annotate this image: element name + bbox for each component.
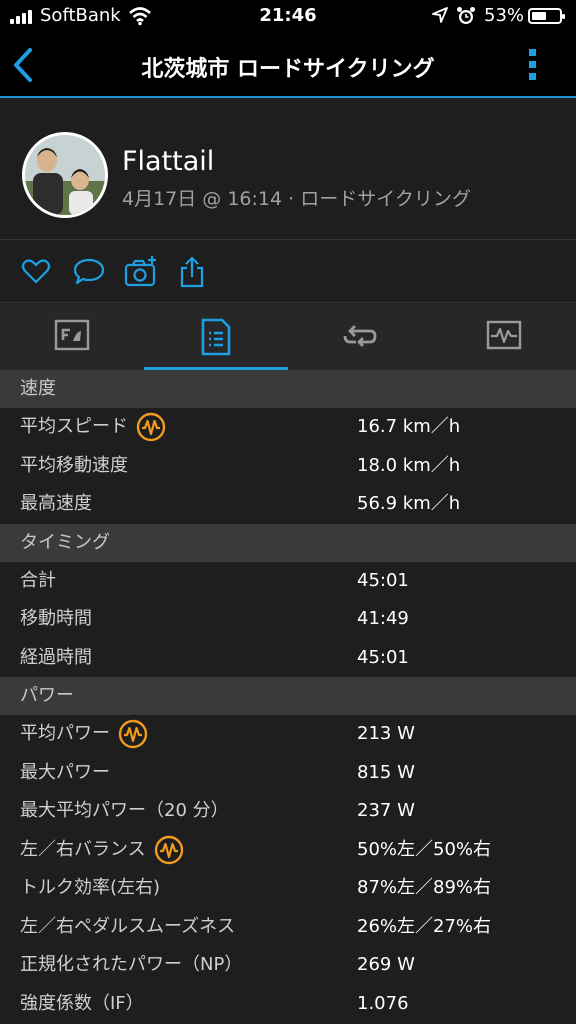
stat-value: 87%左／89%右 [357,877,492,898]
stat-label: 最高速度 [20,485,92,523]
stat-label-text: 正規化されたパワー（NP） [20,954,243,975]
action-bar [0,241,576,303]
avatar[interactable] [22,132,108,218]
comment-icon[interactable] [72,255,105,287]
stat-label: 平均パワー [20,715,148,753]
alarm-icon [456,6,476,30]
activity-meta: 4月17日 @ 16:14 · ロードサイクリング [122,188,471,210]
stat-label: 経過時間 [20,639,92,677]
section-header: パワー [0,677,576,715]
stat-label-text: 最高速度 [20,493,92,514]
battery-percent: 53% [484,5,525,26]
stat-row: 最高速度 56.9 km／h [0,485,576,524]
stat-label-text: 平均パワー [20,723,110,744]
stat-label-text: 合計 [20,569,56,591]
stat-value: 16.7 km／h [357,416,461,437]
stat-value: 56.9 km／h [357,493,461,514]
stat-row: 正規化されたパワー（NP） 269 W [0,946,576,985]
stat-label-text: 平均移動速度 [20,454,128,476]
stat-label: 左／右ペダルスムーズネス [20,908,235,946]
stats-list-icon [201,318,231,356]
laps-icon [343,325,377,347]
stats-list: 速度平均スピード 16.7 km／h 平均移動速度 18.0 km／h 最高速度 56.9… [0,370,576,1023]
stat-row: トルク効率(左右) 87%左／89%右 [0,869,576,908]
stat-row: 強度係数（IF） 1.076 [0,985,576,1024]
stat-label-text: 最大平均パワー（20 分） [20,800,229,821]
stat-row: 左／右バランス 50%左／50%右 [0,831,576,870]
stat-label: 左／右バランス [20,831,184,869]
section-header: 速度 [0,370,576,408]
stat-label-text: 左／右ペダルスムーズネス [20,915,236,937]
stat-label: 平均スピード [20,408,166,446]
stat-label: 平均移動速度 [20,447,128,485]
charts-icon [486,320,522,350]
add-photo-icon[interactable] [124,255,156,287]
stat-row: 最大平均パワー（20 分） 237 W [0,792,576,831]
stat-label: 最大平均パワー（20 分） [20,792,229,830]
firstbeat-insight-icon[interactable] [118,719,148,749]
stat-label-text: 経過時間 [20,646,92,668]
stat-label: トルク効率(左右) [20,869,160,907]
activity-header: Flattail 4月17日 @ 16:14 · ロードサイクリング [0,100,576,240]
stat-label-text: 移動時間 [20,608,92,629]
like-icon[interactable] [20,255,52,287]
chevron-left-icon[interactable] [8,46,42,84]
stat-row: 経過時間 45:01 [0,639,576,678]
stat-row: 左／右ペダルスムーズネス 26%左／27%右 [0,908,576,947]
stat-value: 815 W [357,761,415,783]
stat-value: 45:01 [357,646,409,668]
stat-label-text: 左／右バランス [20,838,146,860]
stat-label-text: トルク効率(左右) [20,877,161,898]
stat-row: 平均パワー 213 W [0,715,576,754]
battery-icon [528,8,565,24]
stat-row: 合計 45:01 [0,562,576,601]
stat-label: 正規化されたパワー（NP） [20,946,242,984]
stat-label: 合計 [20,562,56,600]
stat-value: 237 W [357,800,415,821]
tab-stats[interactable] [144,304,288,370]
more-vertical-icon[interactable] [522,46,544,84]
stat-row: 移動時間 41:49 [0,600,576,639]
page-title: 北茨城市 ロードサイクリング [141,57,435,82]
share-icon[interactable] [176,255,208,288]
stat-value: 1.076 [357,992,409,1014]
stat-value: 50%左／50%右 [357,838,492,860]
stat-row: 平均移動速度 18.0 km／h [0,447,576,486]
nav-bar: 北茨城市 ロードサイクリング [0,32,576,98]
stat-label-text: 平均スピード [20,416,128,437]
section-header: タイミング [0,523,576,562]
stat-label-text: 強度係数（IF） [20,992,144,1014]
stat-row: 平均スピード 16.7 km／h [0,408,576,447]
stat-label: 強度係数（IF） [20,985,144,1023]
stat-value: 18.0 km／h [357,454,461,476]
tab-laps[interactable] [288,304,432,370]
stat-row: 最大パワー 815 W [0,754,576,793]
stat-label-text: 最大パワー [20,761,110,783]
location-icon [432,7,448,27]
tab-overview[interactable] [0,304,144,370]
user-name[interactable]: Flattail [122,146,214,177]
view-tabs [0,304,576,370]
stat-value: 41:49 [357,608,409,629]
firstbeat-insight-icon[interactable] [154,835,184,865]
firstbeat-insight-icon[interactable] [136,412,166,442]
stat-value: 45:01 [357,569,409,591]
stat-value: 26%左／27%右 [357,915,492,937]
stat-value: 269 W [357,954,415,975]
stat-value: 213 W [357,723,415,744]
status-bar: SoftBank 21:46 53% [0,0,576,32]
stat-label: 移動時間 [20,600,92,638]
tab-charts[interactable] [432,304,576,370]
stat-label: 最大パワー [20,754,110,792]
battery-level [532,12,546,20]
overview-icon [54,319,90,351]
